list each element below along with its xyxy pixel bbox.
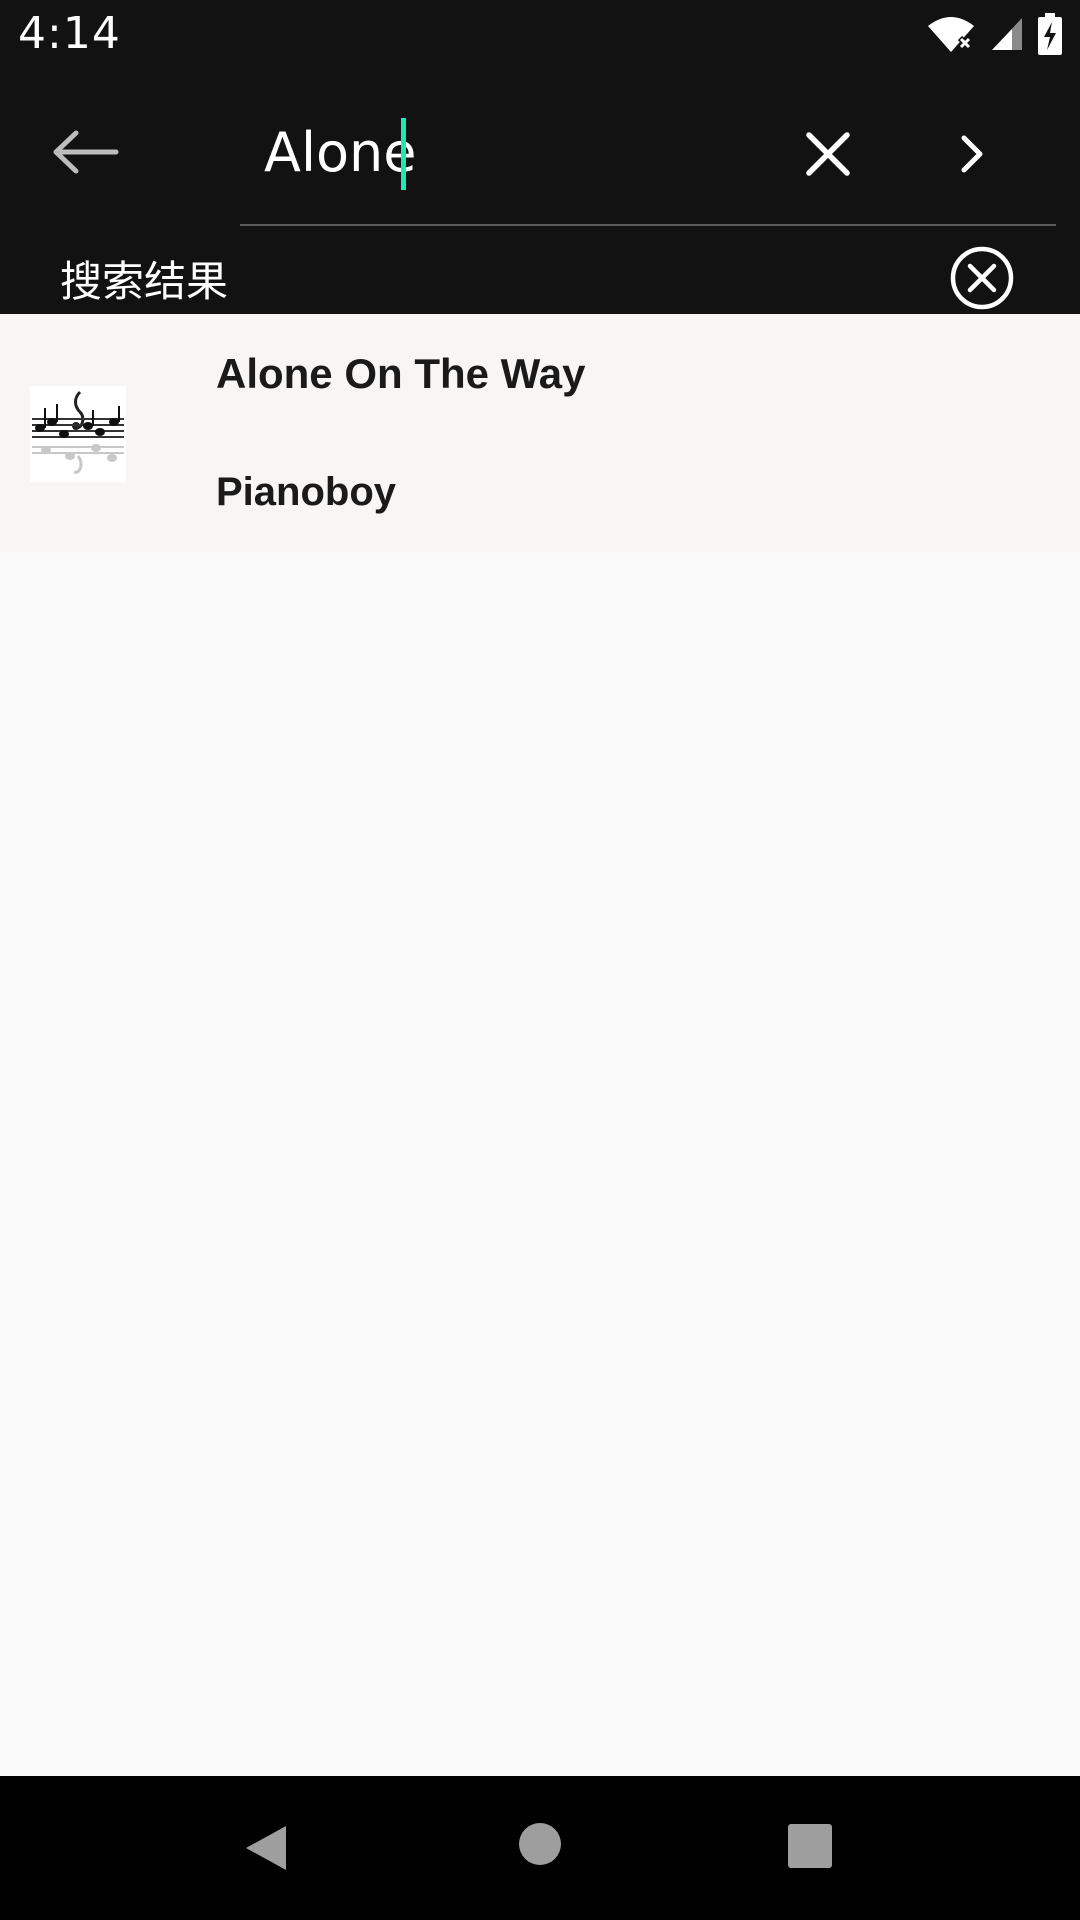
battery-charging-icon	[1038, 13, 1062, 59]
song-artist: Pianoboy	[216, 470, 397, 514]
status-time: 4:14	[18, 8, 121, 59]
close-circle-icon	[950, 246, 1014, 310]
submit-search-button[interactable]	[946, 124, 998, 184]
signal-icon	[990, 16, 1024, 56]
wifi-off-icon	[926, 14, 976, 58]
close-results-button[interactable]	[948, 244, 1016, 312]
search-app-bar: 搜索结果	[0, 72, 1080, 314]
result-item[interactable]: Alone On The Way Pianoboy	[0, 314, 1080, 552]
song-title: Alone On The Way	[216, 350, 586, 397]
system-nav-bar	[0, 1776, 1080, 1920]
nav-home-button[interactable]	[518, 1822, 562, 1866]
clear-search-button[interactable]	[796, 122, 860, 186]
close-icon	[806, 132, 850, 176]
chevron-right-icon	[961, 135, 983, 173]
album-art	[30, 386, 126, 482]
nav-recents-button[interactable]	[786, 1822, 834, 1870]
recents-square-icon	[788, 1824, 832, 1868]
arrow-left-icon	[53, 130, 119, 174]
text-caret	[401, 118, 406, 190]
music-notes-art	[30, 386, 126, 482]
nav-back-button[interactable]	[240, 1822, 292, 1874]
back-button[interactable]	[40, 122, 130, 182]
home-circle-icon	[519, 1823, 561, 1865]
search-results-label: 搜索结果	[60, 257, 229, 306]
status-bar: 4:14	[0, 0, 1080, 72]
result-list: Alone On The Way Pianoboy	[0, 314, 1080, 552]
screen: 4:14 Alone 搜索结果 Alone On The Way Pianobo…	[0, 0, 1080, 1920]
status-icons	[926, 13, 1062, 59]
search-input[interactable]	[264, 112, 784, 192]
back-triangle-icon	[246, 1826, 286, 1870]
search-underline	[240, 224, 1056, 226]
